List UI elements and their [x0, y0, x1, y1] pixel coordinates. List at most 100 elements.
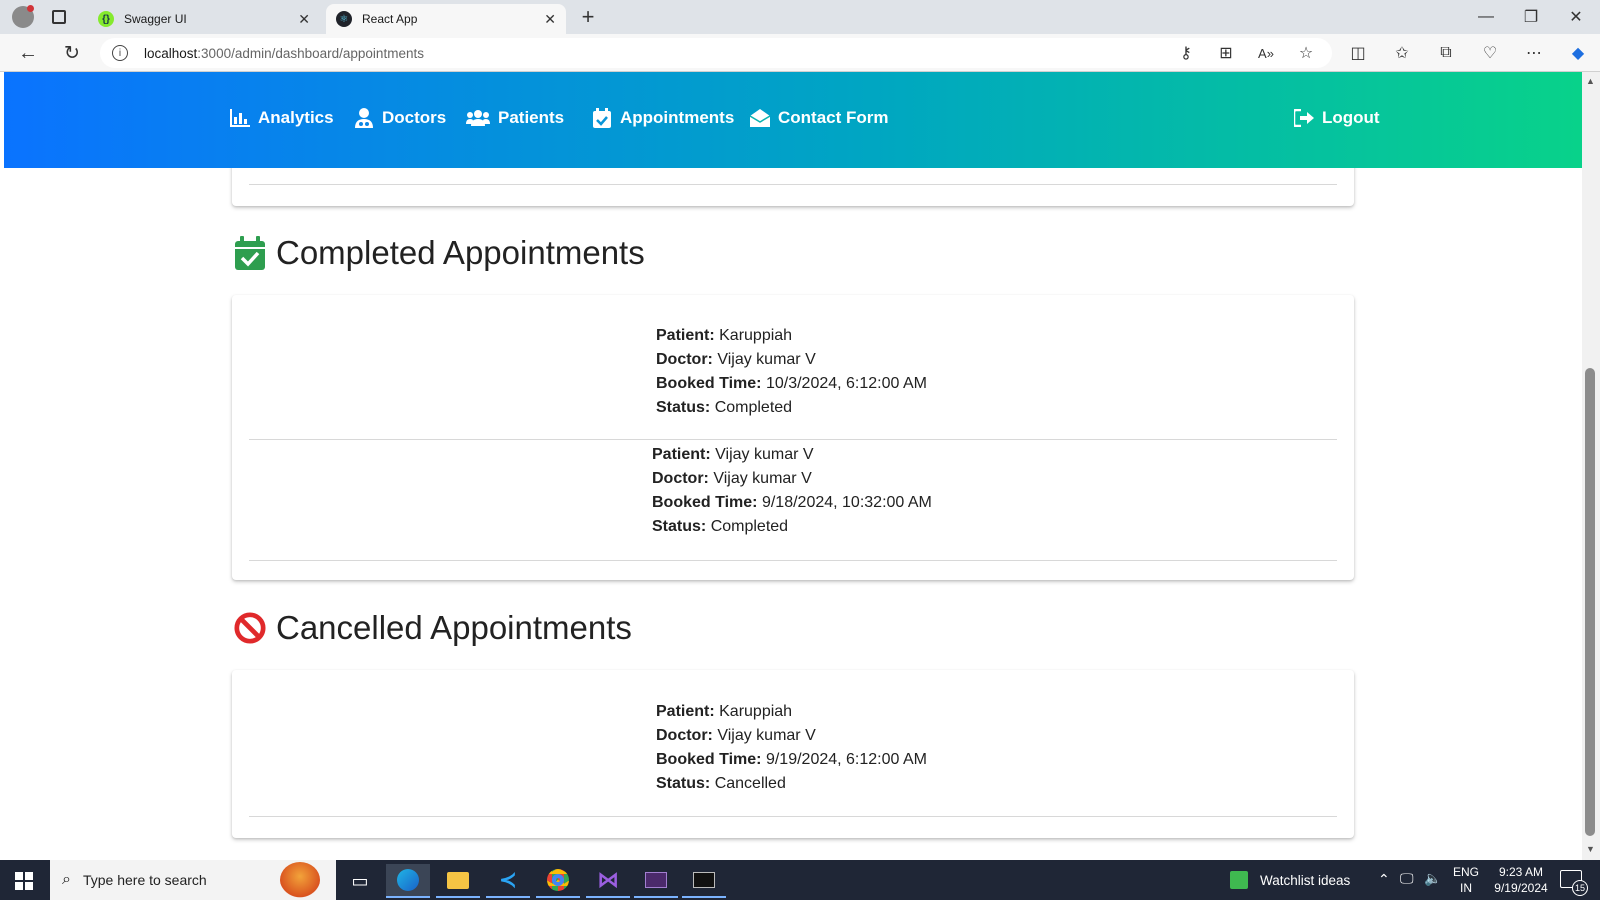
patient-name: Karuppiah — [719, 703, 793, 720]
doctor-name: Vijay kumar V — [717, 727, 816, 744]
browser-tab-bar: {} Swagger UI ✕ ⚛ React App ✕ + — ❐ ✕ — [0, 0, 1600, 34]
nav-logout[interactable]: Logout — [1294, 108, 1380, 128]
booked-time: 10/3/2024, 6:12:00 AM — [765, 375, 927, 392]
collections-icon[interactable]: ⧉ — [1434, 41, 1458, 65]
apps-icon[interactable]: ⊞ — [1214, 41, 1238, 65]
volume-icon[interactable]: 🔈 — [1424, 870, 1441, 887]
ban-icon — [234, 611, 266, 645]
browser-essentials-icon[interactable]: ♡ — [1478, 41, 1502, 65]
language-code: ENG — [1452, 865, 1479, 879]
envelope-open-icon — [750, 108, 770, 128]
users-icon — [466, 108, 490, 128]
close-window-icon[interactable]: ✕ — [1564, 5, 1588, 29]
minimize-icon[interactable]: — — [1474, 5, 1498, 29]
patient-name: Karuppiah — [719, 327, 793, 344]
edge-browser-icon[interactable] — [386, 864, 430, 898]
booked-time: 9/19/2024, 6:12:00 AM — [765, 751, 927, 768]
file-explorer-icon[interactable] — [436, 864, 480, 898]
calendar-check-icon — [234, 236, 266, 270]
task-view-icon[interactable]: ▭ — [338, 864, 382, 898]
nav-patients[interactable]: Patients — [466, 108, 564, 128]
appointment-item: Patient: Vijay kumar V Doctor: Vijay kum… — [652, 446, 932, 535]
favorite-star-icon[interactable]: ☆ — [1294, 41, 1318, 65]
watchlist-widget[interactable]: Watchlist ideas — [1230, 860, 1350, 900]
copilot-icon[interactable]: ◆ — [1566, 41, 1590, 65]
new-tab-icon[interactable]: + — [576, 4, 600, 29]
search-placeholder: Type here to search — [82, 872, 207, 888]
back-icon[interactable]: ← — [16, 41, 40, 65]
terminal-purple-icon[interactable] — [634, 864, 678, 898]
clock-time: 9:23 AM — [1498, 865, 1544, 879]
appointment-status: Cancelled — [714, 775, 786, 792]
swagger-favicon-icon: {} — [98, 11, 114, 27]
restore-icon[interactable]: ❐ — [1519, 5, 1543, 29]
close-tab-icon[interactable]: ✕ — [298, 11, 310, 28]
doctor-name: Vijay kumar V — [717, 351, 816, 368]
search-icon: ⌕ — [62, 871, 71, 888]
url-host: localhost — [144, 45, 198, 61]
favorites-icon[interactable]: ✩ — [1390, 41, 1414, 65]
scrollbar-thumb[interactable] — [1585, 368, 1595, 836]
vscode-icon[interactable]: ≺ — [486, 864, 530, 898]
sign-out-icon — [1294, 108, 1314, 128]
visual-studio-icon[interactable]: ⋈ — [586, 864, 630, 898]
scroll-down-arrow-icon[interactable]: ▼ — [1586, 844, 1595, 854]
nav-label: Contact Form — [778, 108, 889, 127]
nav-label: Doctors — [382, 108, 447, 127]
tab-actions-icon[interactable] — [52, 10, 66, 24]
row-divider — [249, 439, 1337, 440]
widget-label: Watchlist ideas — [1260, 872, 1351, 888]
command-prompt-icon[interactable] — [682, 864, 726, 898]
scroll-up-arrow-icon[interactable]: ▲ — [1586, 76, 1595, 86]
row-divider — [249, 184, 1337, 185]
section-title-text: Completed Appointments — [276, 234, 645, 271]
tab-react-app[interactable]: ⚛ React App ✕ — [326, 4, 566, 34]
user-doctor-icon — [354, 108, 374, 128]
start-windows-icon[interactable] — [2, 864, 46, 898]
search-highlight-icon — [280, 862, 320, 898]
doctor-name: Vijay kumar V — [713, 470, 812, 487]
nav-label: Appointments — [620, 108, 735, 127]
appointment-item: Patient: Karuppiah Doctor: Vijay kumar V… — [656, 703, 927, 792]
cancelled-section-title: Cancelled Appointments — [234, 609, 632, 647]
appointment-status: Completed — [710, 518, 789, 535]
stock-chart-icon — [1230, 871, 1248, 889]
url-path: :3000/admin/dashboard/appointments — [197, 45, 424, 61]
browser-address-bar: ← ↻ i localhost:3000/admin/dashboard/app… — [0, 34, 1600, 72]
profile-badge-icon — [27, 5, 34, 12]
tab-swagger-ui[interactable]: {} Swagger UI ✕ — [88, 4, 320, 34]
region-code: IN — [1460, 881, 1472, 895]
close-tab-icon[interactable]: ✕ — [544, 11, 556, 28]
admin-navbar: Analytics Doctors Patients Appointments … — [4, 72, 1582, 168]
nav-doctors[interactable]: Doctors — [354, 108, 446, 128]
nav-label: Patients — [498, 108, 565, 127]
booked-time: 9/18/2024, 10:32:00 AM — [761, 494, 932, 511]
chrome-icon[interactable] — [536, 864, 580, 898]
network-icon[interactable]: 🖵 — [1400, 870, 1414, 887]
tab-title: Swagger UI — [124, 12, 187, 26]
nav-analytics[interactable]: Analytics — [230, 108, 334, 128]
site-info-icon[interactable]: i — [112, 45, 128, 61]
language-indicator[interactable]: ENG IN — [1450, 864, 1482, 896]
more-options-icon[interactable]: ⋯ — [1522, 41, 1546, 65]
clock[interactable]: 9:23 AM 9/19/2024 — [1482, 864, 1560, 896]
appointment-status: Completed — [714, 399, 793, 416]
nav-appointments[interactable]: Appointments — [592, 108, 734, 128]
password-key-icon[interactable]: ⚷ — [1174, 41, 1198, 65]
notification-count: 15 — [1574, 883, 1585, 893]
taskbar-search-input[interactable]: ⌕ Type here to search — [50, 860, 336, 900]
notification-count-badge: 15 — [1572, 880, 1588, 896]
patient-name: Vijay kumar V — [715, 446, 814, 463]
chevron-up-icon[interactable]: ⌃ — [1378, 871, 1390, 888]
url-input[interactable]: i localhost:3000/admin/dashboard/appoint… — [100, 38, 1332, 68]
read-aloud-icon[interactable]: A» — [1254, 41, 1278, 65]
nav-label: Logout — [1322, 108, 1380, 127]
split-screen-icon[interactable]: ◫ — [1346, 41, 1370, 65]
nav-contact-form[interactable]: Contact Form — [750, 108, 889, 128]
react-favicon-icon: ⚛ — [336, 11, 352, 27]
calendar-check-icon — [592, 108, 612, 128]
windows-taskbar: ⌕ Type here to search ▭ ≺ ⋈ Watchlist id… — [0, 860, 1600, 900]
chart-bar-icon — [230, 108, 250, 128]
row-divider — [249, 560, 1337, 561]
refresh-icon[interactable]: ↻ — [60, 41, 84, 65]
